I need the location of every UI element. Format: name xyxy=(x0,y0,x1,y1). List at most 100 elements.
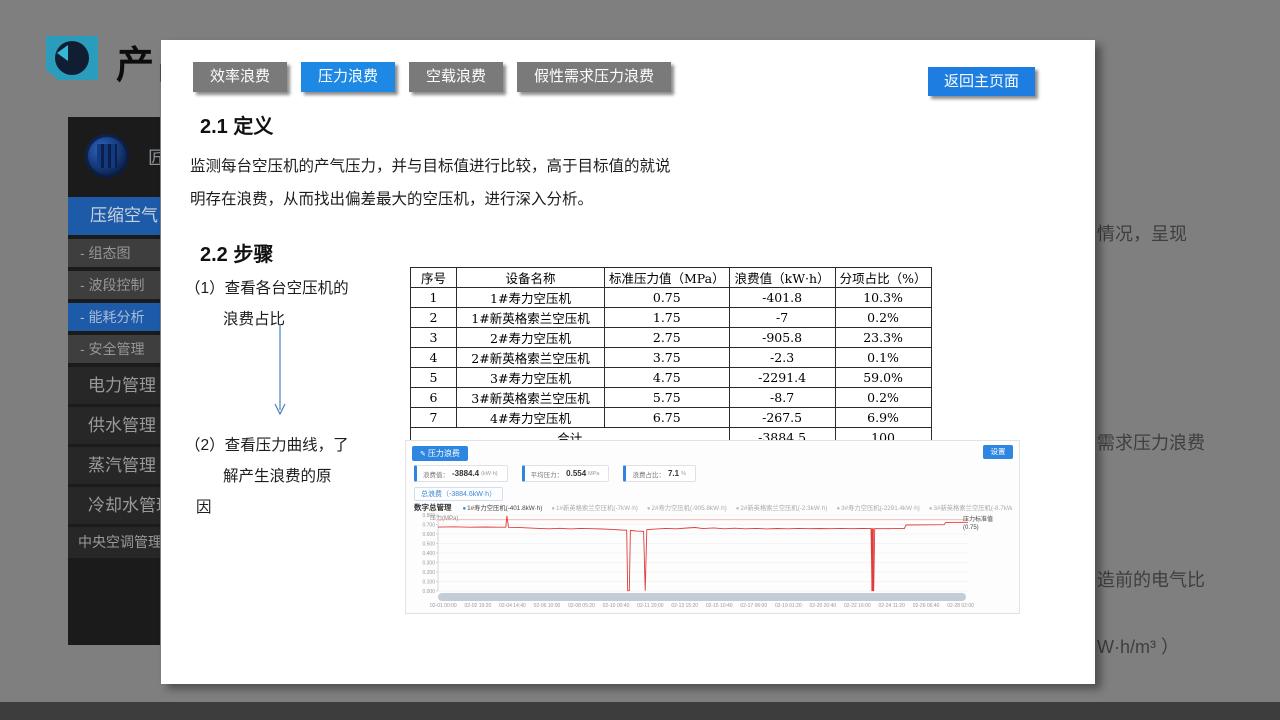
svg-text:0.500: 0.500 xyxy=(422,541,435,547)
table-header-cell: 浪费值（kW·h） xyxy=(729,268,835,288)
table-header-cell: 设备名称 xyxy=(457,268,605,288)
table-cell: 1 xyxy=(411,288,457,308)
std-label-line1: 压力标准值 xyxy=(963,517,1017,525)
svg-text:0.000: 0.000 xyxy=(422,589,435,595)
tab-unload-waste[interactable]: 空载浪费 xyxy=(409,62,503,92)
x-tick-label: 02-15 10:40 xyxy=(706,603,733,609)
table-cell: -7 xyxy=(729,308,835,328)
table-cell: 23.3% xyxy=(835,328,931,348)
tab-pressure-waste[interactable]: 压力浪费 xyxy=(301,62,395,92)
sidebar-item[interactable]: 中央空调管理 xyxy=(68,527,160,558)
table-cell: -401.8 xyxy=(729,288,835,308)
sidebar-item[interactable]: - 安全管理 xyxy=(68,335,160,363)
company-logo-icon xyxy=(85,134,129,178)
bottom-band xyxy=(0,702,1280,720)
pressure-waste-screenshot: ✎压力浪费 设置 浪费值：-3884.4(kW·h)平均压力：0.554MPa浪… xyxy=(405,440,1020,614)
table-header-cell: 标准压力值（MPa） xyxy=(605,268,730,288)
step-1: （1）查看各台空压机的 浪费占比 xyxy=(185,273,349,335)
stat-box: 平均压力：0.554MPa xyxy=(522,465,610,482)
x-tick-label: 02-10 00:40 xyxy=(603,603,630,609)
x-tick-label: 02-24 11:20 xyxy=(879,603,905,609)
sidebar-item[interactable]: - 组态图 xyxy=(68,239,160,267)
definition-heading: 2.1 定义 xyxy=(200,110,273,139)
waste-table-body: 11#寿力空压机0.75-401.810.3%21#新英格索兰空压机1.75-7… xyxy=(411,288,932,448)
logo-glyph xyxy=(97,144,117,168)
stats-row: 浪费值：-3884.4(kW·h) 平均压力：0.554MPa 浪费占比：7.1% xyxy=(414,465,696,482)
sidebar-item[interactable]: 电力管理 xyxy=(68,367,160,404)
x-tick-label: 02-06 10:00 xyxy=(534,603,561,609)
table-header-cell: 分项占比（%） xyxy=(835,268,931,288)
table-cell: 2.75 xyxy=(605,328,730,348)
x-tick-label: 02-26 06:40 xyxy=(913,603,940,609)
step-2: （2）查看压力曲线，了 解产生浪费的原 因 xyxy=(185,430,349,523)
step1-line1: （1）查看各台空压机的 xyxy=(185,273,349,304)
sidebar-item[interactable]: 供水管理 xyxy=(68,407,160,444)
table-row: 21#新英格索兰空压机1.75-70.2% xyxy=(411,308,932,328)
chart-scrollbar[interactable] xyxy=(438,593,966,601)
sidebar-item[interactable]: - 能耗分析 xyxy=(68,303,160,331)
pencil-icon: ✎ xyxy=(420,451,426,458)
x-tick-label: 02-04 14:40 xyxy=(499,603,526,609)
back-to-main-button[interactable]: 返回主页面 xyxy=(928,67,1035,96)
down-arrow-icon xyxy=(273,322,287,422)
x-tick-label: 02-28 02:00 xyxy=(947,603,974,609)
sidebar-item[interactable]: 冷却水管理 xyxy=(68,487,160,524)
table-cell: 3.75 xyxy=(605,348,730,368)
underlay-text: 造前的电气比 xyxy=(1097,566,1205,592)
x-tick-label: 02-19 01:20 xyxy=(775,603,802,609)
pressure-line-chart: 0.8000.7000.6000.5000.4000.3000.2000.100… xyxy=(408,511,983,603)
table-cell: 10.3% xyxy=(835,288,931,308)
table-cell: 6 xyxy=(411,388,457,408)
x-axis-labels: 02-01 00:0002-02 19:2002-04 14:4002-06 1… xyxy=(430,603,974,609)
sidebar-item[interactable]: - 波段控制 xyxy=(68,271,160,299)
sidebar-item[interactable]: 蒸汽管理 xyxy=(68,447,160,484)
stat-box: 浪费值：-3884.4(kW·h) xyxy=(414,465,508,482)
table-header-cell: 序号 xyxy=(411,268,457,288)
step2-line3: 因 xyxy=(185,492,349,523)
table-cell: 4.75 xyxy=(605,368,730,388)
stat-box: 浪费占比：7.1% xyxy=(623,465,696,482)
pressure-waste-badge: ✎压力浪费 xyxy=(412,446,468,461)
table-cell: 0.2% xyxy=(835,308,931,328)
table-cell: 3#寿力空压机 xyxy=(457,368,605,388)
x-tick-label: 02-02 19:20 xyxy=(465,603,492,609)
waste-table-header: 序号设备名称标准压力值（MPa）浪费值（kW·h）分项占比（%） xyxy=(411,268,932,288)
underlay-text: W·h/m³ ） xyxy=(1097,633,1179,659)
table-cell: 6.9% xyxy=(835,408,931,428)
table-cell: -267.5 xyxy=(729,408,835,428)
table-cell: 59.0% xyxy=(835,368,931,388)
svg-text:0.700: 0.700 xyxy=(422,522,435,528)
sidebar-item[interactable]: 压缩空气 xyxy=(68,197,160,235)
svg-text:0.200: 0.200 xyxy=(422,570,435,576)
settings-button[interactable]: 设置 xyxy=(983,445,1013,459)
table-cell: 1.75 xyxy=(605,308,730,328)
tab-efficiency-waste[interactable]: 效率浪费 xyxy=(193,62,287,92)
content-panel: 效率浪费 压力浪费 空载浪费 假性需求压力浪费 返回主页面 2.1 定义 监测每… xyxy=(161,40,1095,684)
x-tick-label: 02-17 06:00 xyxy=(740,603,767,609)
table-cell: 5.75 xyxy=(605,388,730,408)
x-tick-label: 02-11 20:00 xyxy=(637,603,663,609)
definition-line1: 监测每台空压机的产气压力，并与目标值进行比较，高于目标值的就说 xyxy=(190,150,750,183)
table-row: 63#新英格索兰空压机5.75-8.70.2% xyxy=(411,388,932,408)
table-row: 11#寿力空压机0.75-401.810.3% xyxy=(411,288,932,308)
table-cell: 1#寿力空压机 xyxy=(457,288,605,308)
table-cell: 2#寿力空压机 xyxy=(457,328,605,348)
underlay-text: 需求压力浪费 xyxy=(1097,429,1205,455)
x-tick-label: 02-08 05:20 xyxy=(568,603,595,609)
tab-false-demand-pressure-waste[interactable]: 假性需求压力浪费 xyxy=(517,62,671,92)
table-cell: 2#新英格索兰空压机 xyxy=(457,348,605,368)
step2-line1: （2）查看压力曲线，了 xyxy=(185,430,349,461)
table-cell: 4 xyxy=(411,348,457,368)
table-cell: -8.7 xyxy=(729,388,835,408)
svg-text:0.400: 0.400 xyxy=(422,551,435,557)
table-cell: 0.1% xyxy=(835,348,931,368)
table-cell: 3#新英格索兰空压机 xyxy=(457,388,605,408)
x-tick-label: 02-20 20:40 xyxy=(809,603,836,609)
step1-line2: 浪费占比 xyxy=(185,304,349,335)
back-icon[interactable] xyxy=(46,36,98,80)
back-arrow-glyph xyxy=(57,45,68,61)
table-cell: 7 xyxy=(411,408,457,428)
table-row: 74#寿力空压机6.75-267.56.9% xyxy=(411,408,932,428)
table-cell: 6.75 xyxy=(605,408,730,428)
table-cell: 4#寿力空压机 xyxy=(457,408,605,428)
